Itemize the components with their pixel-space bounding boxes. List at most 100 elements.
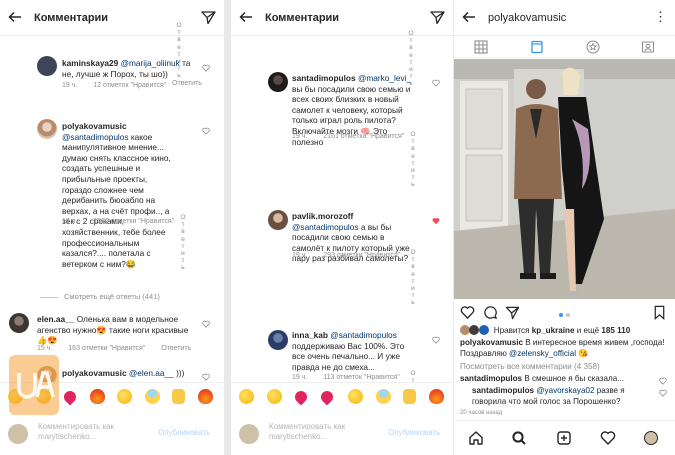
heart-icon[interactable]	[202, 64, 210, 72]
raised-hands-emoji-icon[interactable]	[172, 389, 185, 404]
avatar	[37, 119, 57, 139]
reply-link[interactable]: Ответить	[410, 131, 416, 189]
fire-emoji-icon[interactable]	[90, 389, 105, 404]
heart-icon[interactable]	[460, 305, 475, 320]
comments-header: Комментарии	[0, 0, 224, 36]
comment-username[interactable]: kaminskaya29	[62, 58, 118, 68]
grid-icon[interactable]	[474, 40, 488, 54]
back-arrow-icon[interactable]	[238, 9, 254, 25]
heart-icon[interactable]	[659, 377, 667, 385]
caption-username[interactable]: polyakovamusic	[460, 338, 523, 347]
avatar	[268, 210, 288, 230]
comment-likes[interactable]: 163 отметки "Нравится"	[68, 345, 145, 352]
home-icon[interactable]	[468, 430, 484, 446]
publish-button[interactable]: Опубликовать	[158, 428, 210, 437]
comment-time: 19 ч.	[292, 374, 308, 381]
comment-text: поддерживаю Вас 100%. Это все очень печа…	[292, 340, 405, 372]
comment-input[interactable]: Комментировать как marytischenko...	[269, 422, 365, 442]
comment-likes[interactable]: 1582 отметки "Нравится"	[93, 218, 174, 225]
fire-emoji-icon[interactable]	[198, 389, 213, 404]
profile-username: polyakovamusic	[488, 12, 567, 24]
comment-mention[interactable]: @yavorskaya02	[536, 386, 594, 395]
scream-emoji-icon[interactable]	[376, 389, 391, 404]
heart-icon[interactable]	[432, 217, 440, 225]
laughing-emoji-icon[interactable]	[239, 389, 254, 404]
profile-avatar-icon[interactable]	[644, 431, 658, 445]
site-watermark-logo	[9, 355, 59, 415]
profile-header: polyakovamusic ⋮	[454, 0, 675, 36]
likes-count[interactable]: 185 110	[601, 326, 630, 335]
comment-username[interactable]: inna_kab	[292, 330, 328, 340]
thinking-emoji-icon[interactable]	[117, 389, 132, 404]
comment-mention[interactable]: @marija_oliinuk	[121, 58, 180, 68]
heart-icon[interactable]	[432, 336, 440, 344]
comment-mention[interactable]: @santadimopulos	[292, 222, 359, 232]
heart-icon[interactable]	[432, 79, 440, 87]
more-dots-icon[interactable]: ⋮	[654, 10, 667, 23]
comment-icon[interactable]	[483, 305, 498, 320]
search-icon[interactable]	[511, 430, 527, 446]
carousel-dot	[566, 313, 570, 317]
heart-eyes-emoji-icon[interactable]	[267, 389, 282, 404]
reply-link[interactable]: Ответить	[161, 345, 191, 352]
caption-tag[interactable]: @zelensky_official	[509, 349, 576, 358]
comment-username[interactable]: santadimopulos	[472, 386, 534, 395]
comment-mention[interactable]: @santadimopulos	[330, 330, 397, 340]
reply-link[interactable]: Ответить	[410, 370, 416, 382]
heart-icon[interactable]	[659, 389, 667, 397]
comment-username[interactable]: santadimopulos	[292, 73, 356, 83]
comment-likes[interactable]: 12 отметок "Нравится"	[93, 82, 166, 89]
heart-icon[interactable]	[202, 320, 210, 328]
avatar	[478, 325, 489, 335]
comments-panel-middle: Комментарии Ответить santadimopulos @mar…	[231, 0, 453, 455]
post-panel: polyakovamusic ⋮ Нравится kp_ukraine и е…	[454, 0, 675, 455]
raised-hands-emoji-icon[interactable]	[403, 389, 416, 404]
scream-emoji-icon[interactable]	[145, 389, 160, 404]
post-comment: santadimopulos В смешное я бы сказала...	[460, 374, 624, 385]
comment-mention[interactable]: @santadimopulos	[62, 132, 129, 142]
fire-emoji-icon[interactable]	[429, 389, 444, 404]
share-icon[interactable]	[505, 305, 520, 320]
back-arrow-icon[interactable]	[7, 9, 23, 25]
back-arrow-icon[interactable]	[461, 9, 477, 25]
comment-input[interactable]: Комментировать как marytischenko...	[38, 422, 134, 442]
feed-icon[interactable]	[530, 40, 544, 54]
add-post-icon[interactable]	[556, 430, 572, 446]
igtv-icon[interactable]	[586, 40, 600, 54]
comment-username[interactable]: elen.aa__	[37, 314, 74, 324]
view-more-replies[interactable]: Смотреть ещё ответы (441)	[40, 292, 160, 301]
view-all-comments[interactable]: Посмотреть все комментарии (4 358)	[460, 362, 600, 373]
post-photo[interactable]	[454, 59, 675, 299]
bookmark-icon[interactable]	[652, 305, 667, 320]
comment-likes[interactable]: 113 отметок "Нравится"	[323, 374, 399, 381]
post-reply: santadimopulos @yavorskaya02 разве я гов…	[472, 386, 652, 407]
paper-plane-icon[interactable]	[430, 10, 445, 25]
comment-mention[interactable]: @marko_levi_	[358, 73, 411, 83]
page-title: Комментарии	[265, 12, 340, 24]
liked-by-user[interactable]: kp_ukraine	[532, 326, 575, 335]
paper-plane-icon[interactable]	[201, 10, 216, 25]
comment-username[interactable]: santadimopulos	[460, 374, 522, 383]
heart-icon[interactable]	[202, 127, 210, 135]
panel-divider	[224, 0, 231, 455]
avatar	[268, 330, 288, 350]
comment-mention[interactable]: @elen.aa__	[129, 368, 174, 378]
reply-link[interactable]: Ответить	[180, 214, 186, 272]
comment-likes[interactable]: 2161 отметка "Нравится"	[323, 133, 404, 140]
comment-username[interactable]: polyakovamusic	[62, 121, 127, 131]
comment-username[interactable]: pavlik.morozoff	[292, 211, 353, 221]
tagged-icon[interactable]	[641, 40, 655, 54]
reply-link[interactable]: Ответить	[172, 80, 202, 88]
comment-username[interactable]: polyakovamusic	[62, 368, 127, 378]
comment-likes[interactable]: 293 отметки "Нравится"	[323, 252, 400, 259]
reply-link[interactable]: Ответить	[410, 249, 416, 307]
comment-text: В смешное я бы сказала...	[524, 374, 624, 383]
bottom-navigation	[454, 420, 675, 455]
emoji-quick-bar	[231, 382, 453, 410]
heart-icon[interactable]	[202, 373, 210, 381]
likes-middle: и ещё	[576, 326, 600, 335]
thinking-emoji-icon[interactable]	[348, 389, 363, 404]
publish-button[interactable]: Опубликовать	[388, 428, 440, 437]
comment-composer: Комментировать как marytischenko... Опуб…	[0, 412, 224, 455]
heart-icon[interactable]	[600, 430, 616, 446]
